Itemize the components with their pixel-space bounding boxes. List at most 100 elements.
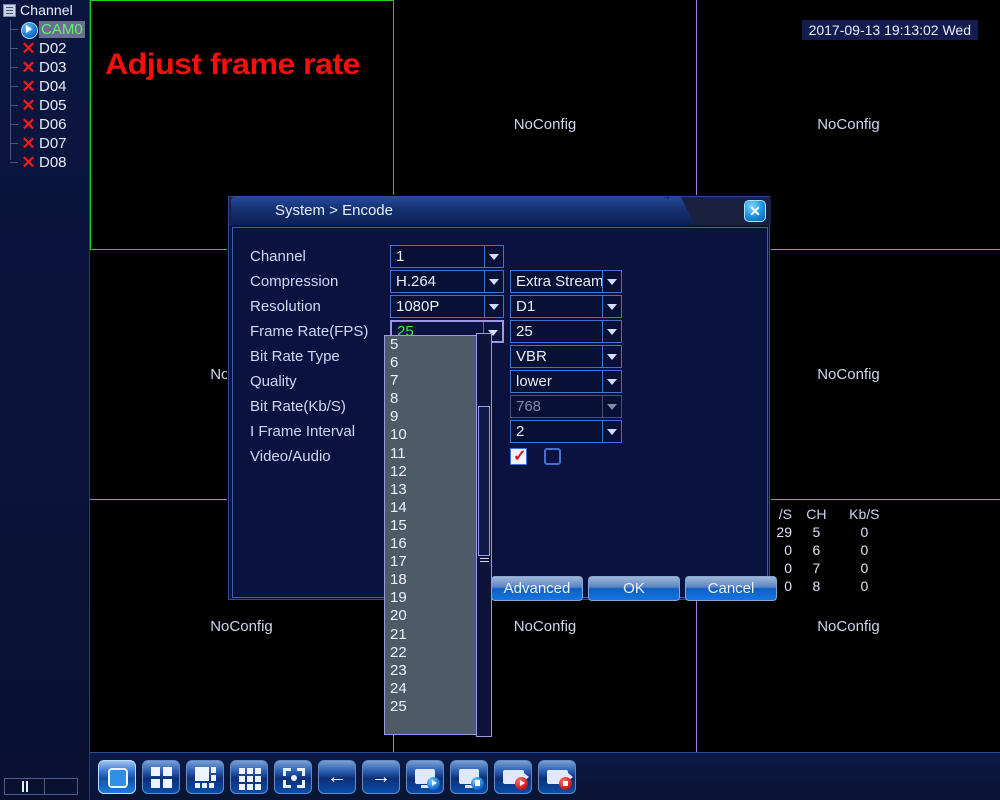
x-icon: ✕ [21,153,36,172]
bitrate-col-header: Kb/S [849,506,880,522]
grid-4-icon[interactable] [142,759,180,794]
i-frame-interval-extra-select[interactable]: 2 [510,420,622,443]
bitrate-cell: 7 [812,560,821,576]
bitrate-row: 29 5 0 [762,523,892,541]
bitrate-table-body: 29 5 0 0 6 0 0 7 0 0 8 0 [762,523,892,595]
frame-rate-extra-select[interactable]: 25 [510,320,622,343]
chevron-down-icon [484,271,503,292]
dropdown-scrollbar[interactable] [476,333,492,737]
single-view-icon[interactable] [98,759,136,794]
stream-type-select-value: Extra Stream [516,273,604,290]
sidebar-item-label: CAM0 [39,21,85,38]
x-icon: ✕ [21,39,36,58]
advanced-button[interactable]: Advanced [491,576,583,601]
sidebar-item-d02[interactable]: ✕ D02 [10,39,89,58]
monitor-pause-icon[interactable] [450,759,488,794]
bit-rate-type-extra-select-value: VBR [516,348,547,365]
bitrate-cell: 0 [860,578,869,594]
channel-tree-root-label: Channel [20,2,73,18]
label-bit-rate: Bit Rate(Kb/S) [250,398,346,415]
sidebar-item-label: D03 [39,59,67,76]
label-i-frame-interval: I Frame Interval [250,423,356,440]
sidebar-item-d05[interactable]: ✕ D05 [10,96,89,115]
compression-select[interactable]: H.264 [390,270,504,293]
bitrate-cell: 5 [812,524,821,540]
chevron-down-icon [602,271,621,292]
grid-9-icon[interactable] [230,759,268,794]
video-cell-label: NoConfig [210,617,273,635]
sidebar-item-d06[interactable]: ✕ D06 [10,115,89,134]
bottom-toolbar: ← → [90,752,1000,800]
stream-type-select[interactable]: Extra Stream [510,270,622,293]
close-icon[interactable]: ✕ [744,200,766,222]
form-row-compression: Compression H.264 Extra Stream [250,269,622,294]
channel-tree-root[interactable]: Channel [0,0,89,20]
bit-rate-type-extra-select[interactable]: VBR [510,345,622,368]
sidebar-item-label: D06 [39,116,67,133]
resolution-select[interactable]: 1080P [390,295,504,318]
label-channel: Channel [250,248,306,265]
fullscreen-icon[interactable] [274,759,312,794]
label-video-audio: Video/Audio [250,448,331,465]
datetime-overlay: 2017-09-13 19:13:02 Wed [801,20,978,40]
sidebar-item-label: D05 [39,97,67,114]
arrow-left-icon[interactable]: ← [318,759,356,794]
bit-rate-extra-select-value: 768 [516,398,542,415]
status-indicator [4,778,78,795]
label-quality: Quality [250,373,297,390]
dialog-body: Channel 1 Compression H.264 Extra Stream… [232,227,777,601]
bitrate-cell: 0 [860,524,869,540]
dvr-screen: Channel CAM0 ✕ D02 ✕ D03 ✕ D04 ✕ D05 ✕ D06 ✕ D07 ✕ D08… [0,0,1000,800]
bitrate-table: /S CH Kb/S 29 5 0 0 6 0 0 7 0 0 8 0 [762,505,892,595]
chevron-down-icon [602,346,621,367]
bitrate-table-header: /S CH Kb/S [762,505,892,523]
camera-stop-icon[interactable] [538,759,576,794]
status-bar [21,781,24,792]
camera-record-icon[interactable] [494,759,532,794]
chevron-down-icon [484,296,503,317]
form-row-channel: Channel 1 [250,244,504,269]
label-resolution: Resolution [250,298,321,315]
sidebar-item-label: D07 [39,135,67,152]
status-segment [5,779,45,794]
sidebar-item-d03[interactable]: ✕ D03 [10,58,89,77]
grid-8-icon[interactable] [186,759,224,794]
chevron-down-icon [602,421,621,442]
channel-select[interactable]: 1 [390,245,504,268]
video-cell-label: NoConfig [817,366,880,383]
compression-select-value: H.264 [396,273,437,290]
bitrate-row: 070 [762,559,892,577]
chevron-down-icon [484,246,503,267]
sidebar-item-d08[interactable]: ✕ D08 [10,153,89,172]
chevron-down-icon [602,371,621,392]
quality-extra-select[interactable]: lower [510,370,622,393]
sidebar-item-label: D02 [39,40,67,57]
annotation-text: Adjust frame rate [105,48,360,81]
video-cell-label: NoConfig [817,617,880,635]
play-icon [20,21,38,39]
sidebar-item-d07[interactable]: ✕ D07 [10,134,89,153]
cancel-button[interactable]: Cancel [685,576,777,601]
monitor-play-icon[interactable] [406,759,444,794]
x-icon: ✕ [21,115,36,134]
i-frame-interval-extra-select-value: 2 [516,423,525,440]
x-icon: ✕ [21,58,36,77]
bitrate-cell: 8 [812,578,821,594]
label-bit-rate-type: Bit Rate Type [250,348,340,365]
x-icon: ✕ [21,96,36,115]
resolution-extra-select[interactable]: D1 [510,295,622,318]
audio-checkbox[interactable] [544,448,561,465]
sidebar-item-cam0[interactable]: CAM0 [10,20,89,39]
bitrate-cell: 0 [860,560,869,576]
sidebar-item-d04[interactable]: ✕ D04 [10,77,89,96]
bitrate-row: 060 [762,541,892,559]
bitrate-row: 080 [762,577,892,595]
video-cell-label: NoConfig [513,116,577,133]
x-icon: ✕ [21,77,36,96]
video-checkbox[interactable] [510,446,527,466]
bit-rate-extra-select[interactable]: 768 [510,395,622,418]
arrow-right-icon[interactable]: → [362,759,400,794]
ok-button[interactable]: OK [588,576,680,601]
dropdown-scrollbar-thumb[interactable] [478,406,490,556]
dialog-titlebar: System > Encode ✕ [229,197,771,225]
